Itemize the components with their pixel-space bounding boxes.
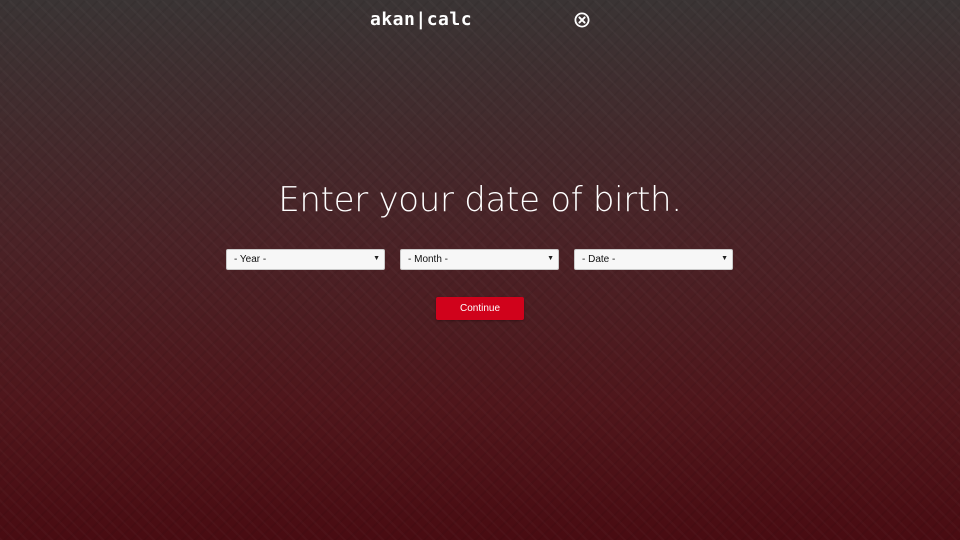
logo-separator: | [415, 9, 427, 30]
page-title: Enter your date of birth. [278, 180, 682, 220]
date-select[interactable]: - Date - ▼ [574, 249, 733, 270]
top-bar: akan|calc [0, 0, 960, 42]
close-circle-icon [574, 12, 590, 28]
caret-down-icon: ▼ [721, 255, 728, 262]
continue-button[interactable]: Continue [436, 297, 524, 320]
logo-text-calc: calc [426, 9, 473, 30]
date-select-value: - Date - [582, 254, 616, 265]
logo-text-akan: akan [370, 9, 416, 30]
month-select-value: - Month - [408, 254, 449, 265]
month-select[interactable]: - Month - ▼ [400, 249, 559, 270]
caret-down-icon: ▼ [547, 255, 554, 262]
close-button[interactable] [574, 12, 590, 28]
caret-down-icon: ▼ [373, 255, 380, 262]
date-of-birth-selects: - Year - ▼ - Month - ▼ - Date - ▼ [226, 249, 734, 270]
year-select-value: - Year - [234, 254, 267, 265]
app-logo[interactable]: akan|calc [370, 9, 472, 30]
year-select[interactable]: - Year - ▼ [226, 249, 385, 270]
